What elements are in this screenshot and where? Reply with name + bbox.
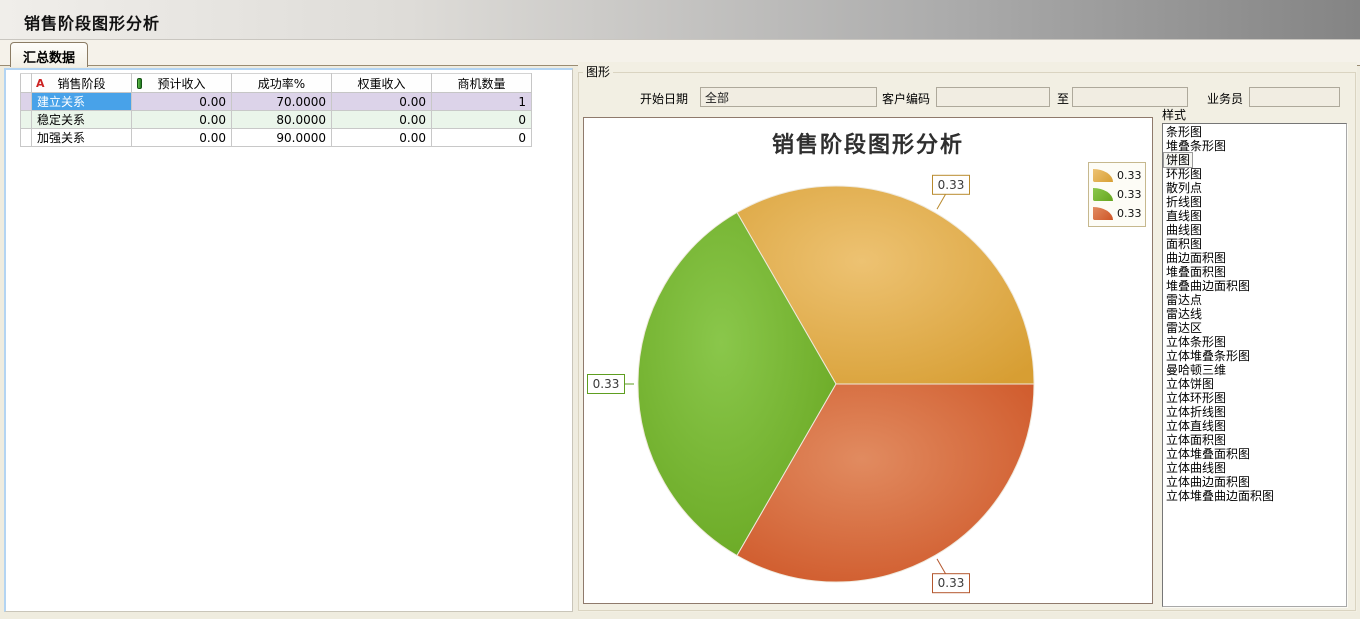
table-row[interactable]: 建立关系0.0070.00000.001	[21, 93, 532, 111]
svg-text:0.33: 0.33	[593, 377, 620, 391]
style-list-item[interactable]: 立体饼图	[1164, 377, 1346, 391]
chart-area: 销售阶段图形分析 0.330.330.33 0.330.330.33	[583, 117, 1153, 604]
style-list-item[interactable]: 曼哈顿三维	[1164, 363, 1346, 377]
style-list-item[interactable]: 堆叠曲边面积图	[1164, 279, 1346, 293]
style-list-item[interactable]: 雷达点	[1164, 293, 1346, 307]
table-cell[interactable]: 80.0000	[232, 111, 332, 129]
column-header-weighted[interactable]: 权重收入	[332, 74, 432, 93]
slice-value-label: 0.33	[588, 375, 625, 394]
customer-code-input[interactable]	[936, 87, 1050, 107]
window-title: 销售阶段图形分析	[24, 10, 160, 34]
table-cell[interactable]: 建立关系	[32, 93, 132, 111]
legend-item: 0.33	[1093, 166, 1141, 185]
style-list-item[interactable]: 立体曲线图	[1164, 461, 1346, 475]
row-indicator-cell[interactable]	[21, 129, 32, 147]
style-list-item[interactable]: 立体堆叠条形图	[1164, 349, 1346, 363]
table-cell[interactable]: 0.00	[332, 111, 432, 129]
legend-item: 0.33	[1093, 204, 1141, 223]
chart-style-listbox[interactable]: 条形图堆叠条形图饼图环形图散列点折线图直线图曲线图面积图曲边面积图堆叠面积图堆叠…	[1162, 123, 1347, 607]
style-list-item[interactable]: 立体堆叠曲边面积图	[1164, 489, 1346, 503]
style-list-item[interactable]: 立体面积图	[1164, 433, 1346, 447]
start-date-input[interactable]	[700, 87, 877, 107]
style-list-item[interactable]: 环形图	[1164, 167, 1346, 181]
row-indicator-header	[21, 74, 32, 93]
table-cell[interactable]: 0	[432, 129, 532, 147]
sales-stage-table: A销售阶段 预计收入 成功率% 权重收入 商机数量 建立关系0.0070.000…	[20, 73, 532, 147]
table-cell[interactable]: 90.0000	[232, 129, 332, 147]
customer-code-to-input[interactable]	[1072, 87, 1188, 107]
table-header-row: A销售阶段 预计收入 成功率% 权重收入 商机数量	[21, 74, 532, 93]
style-list-item[interactable]: 面积图	[1164, 237, 1346, 251]
svg-text:0.33: 0.33	[938, 178, 965, 192]
graph-group-label: 图形	[583, 63, 613, 80]
title-bar: 销售阶段图形分析	[0, 0, 1360, 40]
column-header-success[interactable]: 成功率%	[232, 74, 332, 93]
graph-panel: 图形 开始日期 客户编码 至 业务员 销售阶段图形分析 0.330.330.33…	[578, 62, 1357, 612]
legend-swatch-icon	[1093, 169, 1113, 182]
start-date-label: 开始日期	[640, 90, 688, 107]
legend-label: 0.33	[1117, 169, 1142, 182]
style-list-item[interactable]: 曲线图	[1164, 223, 1346, 237]
row-indicator-cell[interactable]	[21, 93, 32, 111]
style-list-item[interactable]: 立体折线图	[1164, 405, 1346, 419]
row-indicator-cell[interactable]	[21, 111, 32, 129]
table-cell[interactable]: 0.00	[332, 93, 432, 111]
style-list-item[interactable]: 雷达区	[1164, 321, 1346, 335]
table-cell[interactable]: 70.0000	[232, 93, 332, 111]
numeric-field-icon	[137, 78, 142, 89]
table-cell[interactable]: 0.00	[132, 129, 232, 147]
summary-grid-panel: A销售阶段 预计收入 成功率% 权重收入 商机数量 建立关系0.0070.000…	[4, 68, 573, 612]
style-list-item[interactable]: 曲边面积图	[1164, 251, 1346, 265]
table-cell[interactable]: 0.00	[332, 129, 432, 147]
table-cell[interactable]: 1	[432, 93, 532, 111]
table-cell[interactable]: 0.00	[132, 93, 232, 111]
to-label: 至	[1057, 90, 1069, 107]
style-list-item[interactable]: 散列点	[1164, 181, 1346, 195]
table-cell[interactable]: 加强关系	[32, 129, 132, 147]
style-list-item[interactable]: 堆叠条形图	[1164, 139, 1346, 153]
app-window: 销售阶段图形分析 汇总数据 A销售阶段 预计收入 成功率% 权重收入 商机数量 …	[0, 0, 1360, 619]
style-group-label: 样式	[1162, 106, 1186, 123]
legend-swatch-icon	[1093, 207, 1113, 220]
chart-legend: 0.33 0.33 0.33	[1088, 162, 1146, 227]
style-list-item[interactable]: 折线图	[1164, 195, 1346, 209]
legend-label: 0.33	[1117, 188, 1142, 201]
style-list-item[interactable]: 条形图	[1164, 125, 1346, 139]
sort-a-icon: A	[36, 77, 45, 90]
column-header-count[interactable]: 商机数量	[432, 74, 532, 93]
style-list-item[interactable]: 饼图	[1164, 153, 1192, 167]
table-cell[interactable]: 0.00	[132, 111, 232, 129]
style-list-item[interactable]: 雷达线	[1164, 307, 1346, 321]
pie-chart[interactable]: 0.33 0.33 0.33	[584, 118, 1152, 603]
table-row[interactable]: 加强关系0.0090.00000.000	[21, 129, 532, 147]
customer-code-label: 客户编码	[882, 90, 930, 107]
slice-value-label: 0.33	[933, 175, 970, 194]
salesperson-label: 业务员	[1207, 90, 1243, 107]
table-cell[interactable]: 稳定关系	[32, 111, 132, 129]
style-list-item[interactable]: 直线图	[1164, 209, 1346, 223]
style-list-item[interactable]: 堆叠面积图	[1164, 265, 1346, 279]
tab-summary-data[interactable]: 汇总数据	[10, 42, 88, 67]
style-list-item[interactable]: 立体环形图	[1164, 391, 1346, 405]
salesperson-input[interactable]	[1249, 87, 1340, 107]
legend-item: 0.33	[1093, 185, 1141, 204]
table-cell[interactable]: 0	[432, 111, 532, 129]
column-header-expected[interactable]: 预计收入	[132, 74, 232, 93]
style-list-item[interactable]: 立体曲边面积图	[1164, 475, 1346, 489]
column-header-stage[interactable]: A销售阶段	[32, 74, 132, 93]
style-list-item[interactable]: 立体条形图	[1164, 335, 1346, 349]
style-list-item[interactable]: 立体堆叠面积图	[1164, 447, 1346, 461]
legend-label: 0.33	[1117, 207, 1142, 220]
table-row[interactable]: 稳定关系0.0080.00000.000	[21, 111, 532, 129]
svg-text:0.33: 0.33	[938, 576, 965, 590]
style-list-item[interactable]: 立体直线图	[1164, 419, 1346, 433]
legend-swatch-icon	[1093, 188, 1113, 201]
slice-value-label: 0.33	[933, 574, 970, 593]
